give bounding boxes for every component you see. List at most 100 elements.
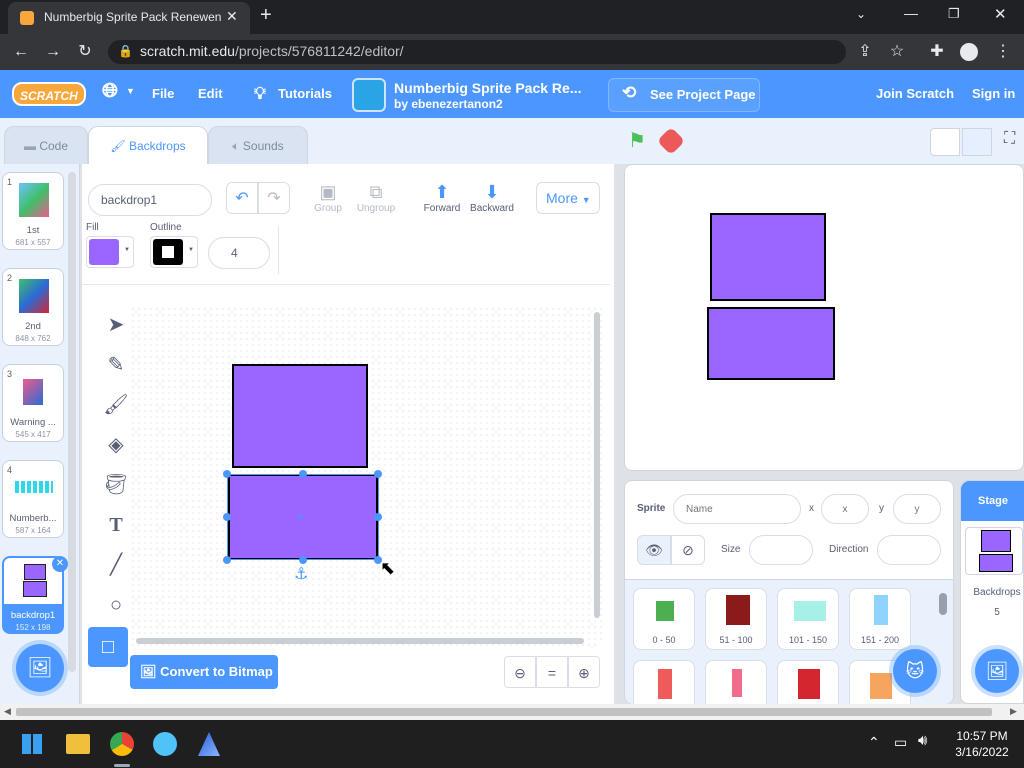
file-explorer-icon[interactable]	[66, 734, 90, 754]
stage-selector-panel[interactable]: Stage Backdrops 5 🖼︎	[960, 480, 1024, 704]
redo-button[interactable]: ↷	[258, 182, 290, 214]
sprite-tile[interactable]: 101 - 150	[777, 588, 839, 650]
show-sprite-button[interactable]: 👁︎	[637, 535, 671, 565]
tab-backdrops[interactable]: 🖌︎ Backdrops	[88, 126, 208, 164]
project-title[interactable]: Numberbig Sprite Pack Re...	[394, 80, 582, 96]
volume-icon[interactable]: 🔊︎	[918, 732, 927, 749]
fullscreen-icon[interactable]: ⛶	[1004, 130, 1015, 148]
scratch-logo[interactable]: SCRATCH	[12, 82, 86, 106]
backdrop-item[interactable]: 1 1st 681 x 557	[2, 172, 64, 250]
selection-handle[interactable]	[223, 556, 231, 564]
sprite-tile[interactable]	[705, 660, 767, 704]
purple-rectangle-top[interactable]	[232, 364, 368, 468]
outline-width-input[interactable]	[208, 237, 270, 269]
selection-handle[interactable]	[223, 513, 231, 521]
clock-time[interactable]: 10:57 PM	[952, 729, 1012, 743]
scroll-right-icon[interactable]: ▶	[1010, 706, 1017, 717]
backward-button[interactable]: ⬇ Backward	[468, 182, 516, 214]
fill-color-picker[interactable]: ▼	[86, 236, 134, 268]
page-horizontal-scrollbar[interactable]: ◀ ▶	[0, 704, 1024, 720]
network-icon[interactable]: ▭	[894, 734, 907, 751]
forward-icon[interactable]: →	[40, 39, 66, 65]
costume-name-input[interactable]	[88, 184, 212, 216]
convert-to-bitmap-button[interactable]: 🖼︎ Convert to Bitmap	[130, 655, 278, 689]
group-button[interactable]: ▣ Group	[308, 182, 348, 214]
large-stage-icon[interactable]	[962, 128, 992, 156]
paint-app-icon[interactable]	[153, 732, 177, 756]
app-icon[interactable]	[198, 732, 220, 756]
restore-icon[interactable]: ❐	[948, 6, 960, 22]
rotation-handle-icon[interactable]: ⚓︎	[294, 564, 308, 584]
green-flag-icon[interactable]: ⚑	[628, 128, 650, 152]
chrome-menu-icon[interactable]: ⋮	[990, 39, 1016, 65]
more-button[interactable]: More ▼	[536, 182, 600, 214]
show-hidden-icons-icon[interactable]: ⌃	[868, 734, 880, 751]
file-menu[interactable]: File	[152, 70, 174, 118]
stage-canvas[interactable]	[624, 164, 1024, 471]
join-scratch-link[interactable]: Join Scratch	[876, 70, 954, 118]
paint-canvas[interactable]: + ⚓︎ ⬉	[130, 306, 602, 646]
zoom-out-button[interactable]: ⊖	[504, 656, 536, 688]
selection-handle[interactable]	[374, 513, 382, 521]
chrome-icon[interactable]	[110, 732, 134, 756]
back-icon[interactable]: ←	[8, 39, 34, 65]
selection-handle[interactable]	[299, 556, 307, 564]
choose-sprite-button[interactable]: 🐱︎	[893, 649, 937, 693]
browser-tab[interactable]: Numberbig Sprite Pack Renewen ✕	[8, 2, 250, 34]
selection-handle[interactable]	[299, 470, 307, 478]
close-tab-icon[interactable]: ✕	[226, 8, 238, 25]
undo-button[interactable]: ↶	[226, 182, 258, 214]
backdrop-item[interactable]: 3 Warning ... 545 x 417	[2, 364, 64, 442]
zoom-reset-button[interactable]: =	[536, 656, 568, 688]
backdrop-item[interactable]: 2 2nd 848 x 762	[2, 268, 64, 346]
stop-icon[interactable]	[656, 126, 686, 156]
share-icon[interactable]: ⇪	[852, 39, 878, 65]
backdrop-item[interactable]: 4 Numberb... 587 x 164	[2, 460, 64, 538]
canvas-vertical-scrollbar[interactable]	[594, 312, 600, 618]
sprite-tile[interactable]	[777, 660, 839, 704]
scroll-left-icon[interactable]: ◀	[4, 706, 11, 717]
tab-sounds[interactable]: 🔈︎ Sounds	[208, 126, 308, 164]
close-window-icon[interactable]: ✕	[994, 5, 1007, 23]
size-input[interactable]	[749, 535, 813, 565]
sprite-tile[interactable]: 51 - 100	[705, 588, 767, 650]
rectangle-tool[interactable]: □	[88, 627, 128, 667]
tutorials-button[interactable]: Tutorials	[278, 70, 332, 118]
new-tab-icon[interactable]: +	[260, 4, 272, 27]
delete-backdrop-icon[interactable]: ✕	[52, 556, 68, 572]
clock-date[interactable]: 3/16/2022	[952, 745, 1012, 759]
outline-color-picker[interactable]: ▼	[150, 236, 198, 268]
list-scrollbar[interactable]	[68, 172, 76, 672]
minimize-icon[interactable]: —	[904, 5, 918, 21]
tab-search-icon[interactable]: ⌄	[856, 7, 866, 21]
address-bar[interactable]: 🔒 scratch.mit.edu/projects/576811242/edi…	[108, 40, 846, 64]
windows-start-icon[interactable]	[22, 734, 42, 754]
tab-code[interactable]: ▬ Code	[4, 126, 88, 164]
selection-handle[interactable]	[374, 470, 382, 478]
sprite-tile[interactable]: 151 - 200	[849, 588, 911, 650]
language-globe-icon[interactable]: 🌐︎	[102, 80, 118, 103]
ungroup-button[interactable]: ⧉ Ungroup	[354, 182, 398, 214]
sprite-list-scrollbar[interactable]	[939, 593, 947, 615]
choose-backdrop-stage-button[interactable]: 🖼︎	[975, 649, 1019, 693]
sign-in-link[interactable]: Sign in	[972, 70, 1015, 118]
edit-menu[interactable]: Edit	[198, 70, 223, 118]
extensions-icon[interactable]: ✚	[924, 39, 950, 65]
reload-icon[interactable]: ↻	[72, 39, 98, 65]
sprite-name-input[interactable]	[673, 494, 801, 524]
selection-handle[interactable]	[223, 470, 231, 478]
x-input[interactable]	[821, 494, 869, 524]
y-input[interactable]	[893, 494, 941, 524]
profile-avatar[interactable]	[960, 43, 978, 61]
zoom-in-button[interactable]: ⊕	[568, 656, 600, 688]
choose-backdrop-button[interactable]: 🖼︎	[16, 644, 64, 692]
bookmark-star-icon[interactable]: ☆	[884, 39, 910, 65]
sprite-tile[interactable]	[633, 660, 695, 704]
hide-sprite-button[interactable]: ⊘	[671, 535, 705, 565]
direction-input[interactable]	[877, 535, 941, 565]
scrollbar-thumb[interactable]	[16, 708, 992, 716]
small-stage-icon[interactable]	[930, 128, 960, 156]
canvas-horizontal-scrollbar[interactable]	[136, 638, 584, 644]
sprite-tile[interactable]: 0 - 50	[633, 588, 695, 650]
forward-button[interactable]: ⬆ Forward	[420, 182, 464, 214]
